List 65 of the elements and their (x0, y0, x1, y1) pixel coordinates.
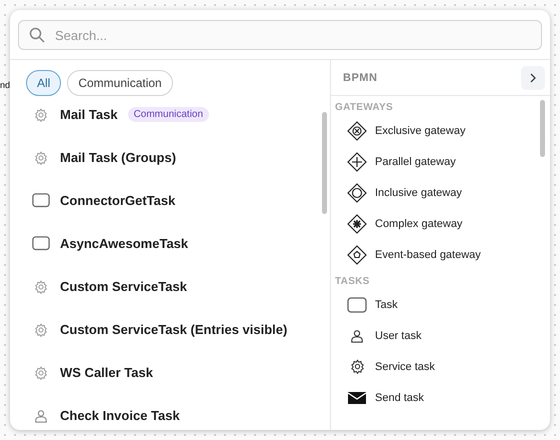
palette-label: Service task (375, 360, 435, 372)
palette-item[interactable]: Service task (331, 351, 536, 382)
palette-item[interactable]: Complex gateway (331, 208, 536, 239)
palette-label: Event-based gateway (375, 248, 481, 260)
category-tag: Communication (128, 107, 210, 122)
gear-icon (34, 280, 48, 294)
gear-icon (34, 108, 48, 122)
palette-item[interactable]: Parallel gateway (331, 146, 536, 177)
palette-item[interactable]: Inclusive gateway (331, 177, 536, 208)
template-name: Check Invoice Task (60, 408, 180, 423)
template-name: Custom ServiceTask (60, 279, 187, 294)
gear-icon (34, 366, 48, 380)
expand-button[interactable] (521, 66, 545, 90)
template-name: Mail Task (60, 107, 118, 122)
diamond-gateway-icon (347, 182, 367, 202)
template-item[interactable]: Mail Task Communication (10, 93, 330, 136)
palette-label: User task (375, 330, 422, 342)
chevron-right-icon (529, 72, 537, 82)
palette-label: Exclusive gateway (375, 124, 466, 136)
scrollbar-thumb[interactable] (322, 112, 327, 214)
template-name: ConnectorGetTask (60, 193, 176, 208)
template-name: Mail Task (Groups) (60, 150, 176, 165)
palette-item[interactable]: Event-based gateway (331, 239, 536, 270)
rounded-square-icon (32, 236, 50, 251)
palette-item[interactable]: User task (331, 320, 536, 351)
template-item[interactable]: WS Caller Task (10, 351, 330, 394)
section-heading: GATEWAYS (334, 101, 394, 115)
palette-label: Send task (375, 392, 424, 404)
search-field[interactable]: Search... (18, 20, 542, 50)
palette-item[interactable]: Exclusive gateway (331, 115, 536, 146)
search-icon (29, 27, 45, 43)
rounded-square-icon (32, 193, 50, 208)
rounded-square-icon (347, 296, 367, 312)
template-item[interactable]: Check Invoice Task (10, 394, 330, 430)
palette-item[interactable]: Send task (331, 382, 536, 413)
diamond-gateway-icon (347, 244, 367, 264)
palette-item[interactable]: Task (331, 289, 536, 320)
palette-label: Complex gateway (375, 218, 462, 230)
diamond-gateway-icon (347, 152, 367, 172)
template-item[interactable]: Custom ServiceTask (10, 265, 330, 308)
user-icon (350, 328, 364, 342)
template-item[interactable]: ConnectorGetTask (10, 179, 330, 222)
template-item[interactable]: AsyncAwesomeTask (10, 222, 330, 265)
scrollbar-thumb[interactable] (540, 100, 545, 157)
canvas-label: nd (0, 80, 10, 90)
template-name: WS Caller Task (60, 365, 153, 380)
gear-icon (34, 322, 48, 336)
palette-title: BPMN (343, 72, 378, 84)
search-input[interactable]: Search... (53, 26, 531, 44)
user-icon (34, 408, 48, 422)
palette-label: Inclusive gateway (375, 186, 462, 198)
template-item[interactable]: Custom ServiceTask (Entries visible) (10, 308, 330, 351)
template-name: Custom ServiceTask (Entries visible) (60, 322, 288, 337)
filter-chip[interactable]: Communication (67, 70, 173, 96)
gear-icon (350, 359, 364, 374)
palette-label: Task (375, 298, 398, 310)
diamond-gateway-icon (347, 120, 367, 140)
diamond-gateway-icon (347, 214, 367, 234)
filter-chip[interactable]: All (26, 70, 62, 96)
envelope-icon (348, 392, 366, 404)
template-item[interactable]: Mail Task (Groups) (10, 136, 330, 179)
section-heading: TASKS (334, 275, 371, 289)
palette-label: Parallel gateway (375, 156, 456, 168)
template-name: AsyncAwesomeTask (60, 236, 188, 251)
gear-icon (34, 150, 48, 164)
